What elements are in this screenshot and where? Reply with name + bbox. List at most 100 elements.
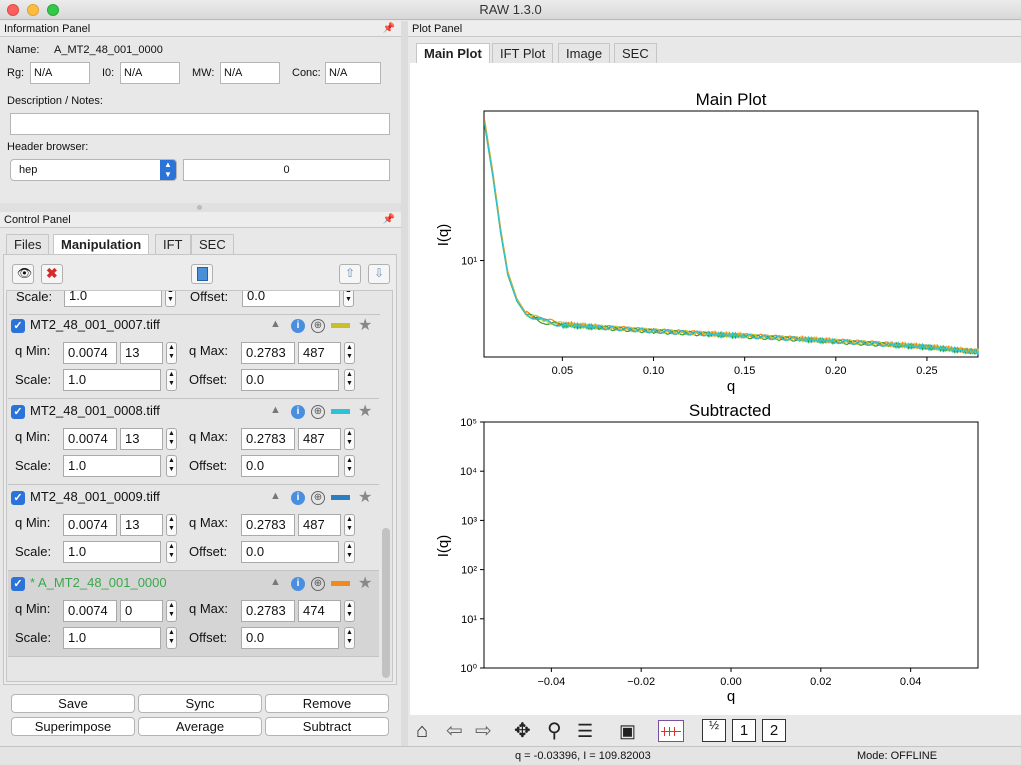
qmax-input[interactable]: 0.2783 xyxy=(241,514,295,536)
tab-files[interactable]: Files xyxy=(6,234,50,254)
info-icon[interactable]: i xyxy=(291,405,305,419)
line-color-swatch[interactable] xyxy=(331,323,350,328)
list-item[interactable]: ✓ * A_MT2_48_001_0000 ▲ i ⊕ ★ q Min: 0.0074 0 ▲ ▼ q… xyxy=(8,571,379,657)
offset-input[interactable]: 0.0 xyxy=(241,369,339,391)
scale-input[interactable]: 1.0 xyxy=(63,455,161,477)
select-all-button[interactable] xyxy=(191,264,213,284)
expand-all-button[interactable]: ⇩ xyxy=(368,264,390,284)
list-item[interactable]: ✓ MT2_48_001_0007.tiff ▲ i ⊕ ★ q Min: 0.0074 13 ▲… xyxy=(8,313,379,399)
collapse-icon[interactable]: ▲ xyxy=(270,318,281,330)
zoom-icon[interactable]: ⚲ xyxy=(547,720,562,742)
item-visible-checkbox[interactable]: ✓ xyxy=(11,491,25,505)
header-value-field[interactable]: 0 xyxy=(183,159,390,181)
qmin-index-input[interactable]: 0 xyxy=(120,600,163,622)
list-item[interactable]: ✓ MT2_48_001_0008.tiff ▲ i ⊕ ★ q Min: 0.0074 13 ▲… xyxy=(8,399,379,485)
line-color-swatch[interactable] xyxy=(331,495,350,500)
scale-stepper[interactable]: ▲ ▼ xyxy=(166,627,177,649)
collapse-all-button[interactable]: ⇧ xyxy=(339,264,361,284)
tab-sec-plot[interactable]: SEC xyxy=(614,43,657,63)
list-scrollbar[interactable] xyxy=(382,528,390,678)
qmin-stepper[interactable]: ▲ ▼ xyxy=(166,342,177,364)
qmin-stepper[interactable]: ▲ ▼ xyxy=(166,428,177,450)
hide-all-button[interactable]: ✖ xyxy=(41,264,63,284)
offset-stepper[interactable]: ▲ ▼ xyxy=(344,455,355,477)
forward-icon[interactable]: ⇨ xyxy=(475,720,492,742)
scale-stepper[interactable]: ▲ ▼ xyxy=(166,369,177,391)
tab-manipulation[interactable]: Manipulation xyxy=(53,234,150,254)
qmin-input[interactable]: 0.0074 xyxy=(63,600,117,622)
collapse-icon[interactable]: ▲ xyxy=(270,576,281,588)
qmax-stepper[interactable]: ▲ ▼ xyxy=(344,428,355,450)
item-visible-checkbox[interactable]: ✓ xyxy=(11,319,25,333)
mw-field[interactable]: N/A xyxy=(220,62,280,84)
offset-input[interactable]: 0.0 xyxy=(242,291,340,307)
vertical-splitter[interactable] xyxy=(401,21,408,746)
scale-stepper[interactable]: ▲ ▼ xyxy=(166,541,177,563)
qmin-index-input[interactable]: 13 xyxy=(120,514,163,536)
offset-stepper[interactable]: ▲ ▼ xyxy=(344,627,355,649)
star-icon[interactable]: ★ xyxy=(358,573,372,593)
conc-field[interactable]: N/A xyxy=(325,62,381,84)
i0-field[interactable]: N/A xyxy=(120,62,180,84)
scale-input[interactable]: 1.0 xyxy=(64,291,162,307)
minimize-window-button[interactable] xyxy=(27,4,39,16)
star-icon[interactable]: ★ xyxy=(358,487,372,507)
qmax-input[interactable]: 0.2783 xyxy=(241,428,295,450)
remove-button[interactable]: Remove xyxy=(265,694,389,713)
pin-icon[interactable]: 📌 xyxy=(383,21,395,37)
target-icon[interactable]: ⊕ xyxy=(311,319,325,333)
superimpose-button[interactable]: Superimpose xyxy=(11,717,135,736)
average-button[interactable]: Average xyxy=(138,717,262,736)
offset-stepper[interactable]: ▲ ▼ xyxy=(344,369,355,391)
qmin-input[interactable]: 0.0074 xyxy=(63,342,117,364)
qmin-stepper[interactable]: ▲ ▼ xyxy=(166,600,177,622)
qmin-input[interactable]: 0.0074 xyxy=(63,428,117,450)
qmax-index-input[interactable]: 487 xyxy=(298,342,341,364)
description-field[interactable] xyxy=(10,113,390,135)
pan-icon[interactable]: ✥ xyxy=(514,720,531,742)
qmax-index-input[interactable]: 474 xyxy=(298,600,341,622)
scale-input[interactable]: 1.0 xyxy=(63,369,161,391)
star-icon[interactable]: ★ xyxy=(358,401,372,421)
tab-sec[interactable]: SEC xyxy=(191,234,234,254)
qmax-stepper[interactable]: ▲ ▼ xyxy=(344,600,355,622)
plot-canvas[interactable]: Main Plot 0.05 0.10 0.15 0.20 0.25 10¹ q I(q)… xyxy=(410,63,1021,715)
subtract-button[interactable]: Subtract xyxy=(265,717,389,736)
qmax-index-input[interactable]: 487 xyxy=(298,514,341,536)
offset-input[interactable]: 0.0 xyxy=(241,455,339,477)
line-color-swatch[interactable] xyxy=(331,409,350,414)
line-color-swatch[interactable] xyxy=(331,581,350,586)
pin-icon[interactable]: 📌 xyxy=(383,212,395,228)
horizontal-splitter[interactable] xyxy=(0,203,401,212)
qmin-index-input[interactable]: 13 xyxy=(120,342,163,364)
info-icon[interactable]: i xyxy=(291,577,305,591)
target-icon[interactable]: ⊕ xyxy=(311,577,325,591)
plot2-button[interactable]: 2 xyxy=(762,719,786,742)
qmin-input[interactable]: 0.0074 xyxy=(63,514,117,536)
save-icon[interactable]: ▣ xyxy=(619,720,636,742)
item-visible-checkbox[interactable]: ✓ xyxy=(11,405,25,419)
item-visible-checkbox[interactable]: ✓ xyxy=(11,577,25,591)
qmax-input[interactable]: 0.2783 xyxy=(241,600,295,622)
offset-stepper[interactable]: ▲ ▼ xyxy=(344,541,355,563)
close-window-button[interactable] xyxy=(7,4,19,16)
info-icon[interactable]: i xyxy=(291,319,305,333)
qmax-index-input[interactable]: 487 xyxy=(298,428,341,450)
tab-ift-plot[interactable]: IFT Plot xyxy=(492,43,554,63)
home-icon[interactable]: ⌂ xyxy=(416,720,428,742)
qmax-stepper[interactable]: ▲ ▼ xyxy=(344,514,355,536)
plot1-button[interactable]: 1 xyxy=(732,719,756,742)
list-item[interactable]: ✓ MT2_48_001_0009.tiff ▲ i ⊕ ★ q Min: 0.0074 13 ▲… xyxy=(8,485,379,571)
list-item[interactable]: Scale: 1.0 ▲ ▼ Offset: 0.0 ▲ ▼ xyxy=(9,291,380,315)
scale-stepper[interactable]: ▲ ▼ xyxy=(165,291,176,307)
scale-input[interactable]: 1.0 xyxy=(63,541,161,563)
tab-image[interactable]: Image xyxy=(558,43,611,63)
offset-input[interactable]: 0.0 xyxy=(241,627,339,649)
info-icon[interactable]: i xyxy=(291,491,305,505)
split-view-button[interactable]: ½ xyxy=(702,719,726,742)
configure-icon[interactable]: ☰ xyxy=(577,720,593,742)
offset-input[interactable]: 0.0 xyxy=(241,541,339,563)
target-icon[interactable]: ⊕ xyxy=(311,405,325,419)
rg-field[interactable]: N/A xyxy=(30,62,90,84)
qmin-stepper[interactable]: ▲ ▼ xyxy=(166,514,177,536)
